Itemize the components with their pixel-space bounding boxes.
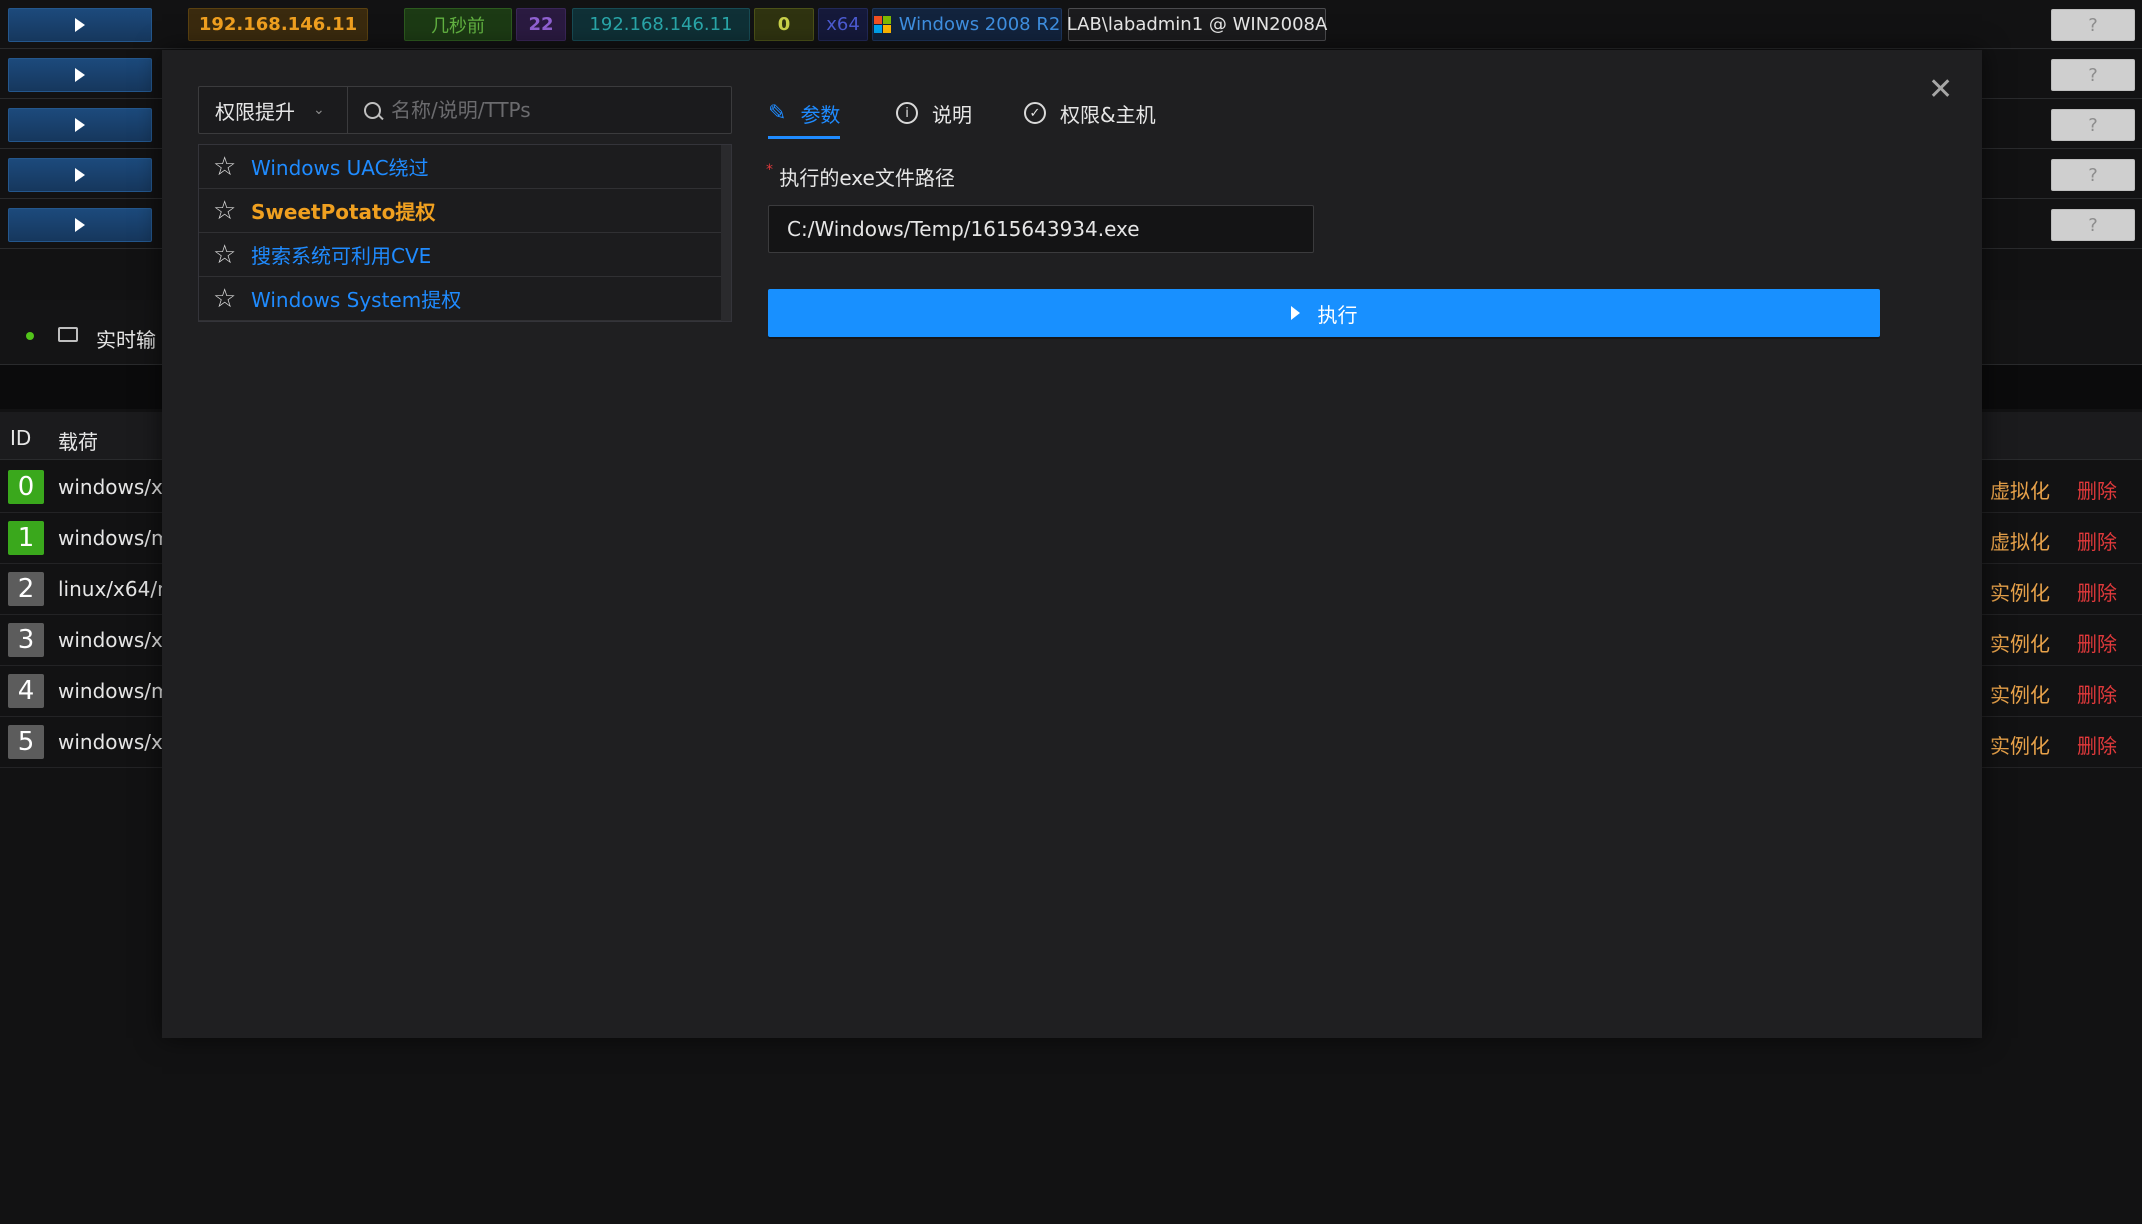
row-id-badge: 1 xyxy=(8,521,44,555)
session-ip2-tag: 192.168.146.11 xyxy=(572,8,750,41)
tab-permissions[interactable]: ✓ 权限&主机 xyxy=(1024,90,1156,136)
play-icon xyxy=(75,118,85,132)
help-button[interactable]: ? xyxy=(2051,159,2135,191)
tab-params[interactable]: ✎ 参数 xyxy=(768,90,841,139)
module-name: SweetPotato提权 xyxy=(251,200,436,224)
session-run-button[interactable] xyxy=(8,108,152,142)
row-action-link[interactable]: 实例化 xyxy=(1990,577,2050,606)
row-id-badge: 2 xyxy=(8,572,44,606)
star-icon[interactable]: ☆ xyxy=(213,284,251,314)
row-id-badge: 3 xyxy=(8,623,44,657)
session-count-tag: 0 xyxy=(754,8,814,41)
row-payload: linux/x64/n xyxy=(58,577,170,601)
session-user-tag: LAB\labadmin1 @ WIN2008A xyxy=(1067,8,1327,41)
module-list-item[interactable]: ☆ Windows UAC绕过 xyxy=(199,145,721,189)
help-button[interactable]: ? xyxy=(2051,59,2135,91)
status-dot xyxy=(26,332,34,340)
row-id-badge: 4 xyxy=(8,674,44,708)
chevron-down-icon: ⌄ xyxy=(313,102,325,118)
star-icon[interactable]: ☆ xyxy=(213,152,251,182)
session-run-button[interactable] xyxy=(8,158,152,192)
row-payload: windows/x6 xyxy=(58,730,176,754)
row-delete-link[interactable]: 删除 xyxy=(2077,679,2117,708)
session-run-button[interactable] xyxy=(8,8,152,42)
list-scrollbar[interactable] xyxy=(721,145,731,321)
search-input[interactable] xyxy=(389,97,713,123)
module-name: Windows UAC绕过 xyxy=(251,156,429,180)
row-payload: windows/x6 xyxy=(58,475,176,499)
row-id-badge: 0 xyxy=(8,470,44,504)
tab-params-label: 参数 xyxy=(800,102,841,127)
row-action-link[interactable]: 虚拟化 xyxy=(1990,475,2050,504)
close-icon[interactable]: ✕ xyxy=(1928,72,1953,107)
row-payload: windows/m xyxy=(58,526,171,550)
row-delete-link[interactable]: 删除 xyxy=(2077,475,2117,504)
execute-button[interactable]: 执行 xyxy=(768,289,1880,337)
session-run-button[interactable] xyxy=(8,58,152,92)
execute-button-label: 执行 xyxy=(1317,302,1358,327)
required-mark: * xyxy=(766,162,773,178)
monitor-icon xyxy=(58,327,78,342)
category-select-value: 权限提升 xyxy=(215,99,295,124)
session-os-tag: Windows 2008 R2 xyxy=(872,8,1062,41)
row-delete-link[interactable]: 删除 xyxy=(2077,526,2117,555)
row-id-badge: 5 xyxy=(8,725,44,759)
row-delete-link[interactable]: 删除 xyxy=(2077,577,2117,606)
play-icon xyxy=(1290,306,1300,320)
row-payload: windows/x6 xyxy=(58,628,176,652)
search-icon xyxy=(364,101,384,120)
play-icon xyxy=(75,68,85,82)
windows-logo-icon xyxy=(873,16,891,33)
module-modal: 权限提升 ⌄ ☆Windows UAC绕过☆SweetPotato提权☆搜索系统… xyxy=(162,50,1982,1038)
edit-icon: ✎ xyxy=(768,100,787,126)
exe-path-input[interactable] xyxy=(768,205,1314,253)
help-button[interactable]: ? xyxy=(2051,209,2135,241)
module-name: 搜索系统可利用CVE xyxy=(251,244,432,268)
exe-path-label-text: 执行的exe文件路径 xyxy=(779,166,955,190)
star-icon[interactable]: ☆ xyxy=(213,240,251,270)
row-action-link[interactable]: 实例化 xyxy=(1990,628,2050,657)
play-icon xyxy=(75,168,85,182)
help-button[interactable]: ? xyxy=(2051,109,2135,141)
session-arch-tag: x64 xyxy=(818,8,868,41)
play-icon xyxy=(75,218,85,232)
realtime-output-label: 实时输 xyxy=(96,328,156,352)
row-action-link[interactable]: 实例化 xyxy=(1990,679,2050,708)
row-delete-link[interactable]: 删除 xyxy=(2077,628,2117,657)
check-circle-icon: ✓ xyxy=(1024,102,1046,124)
info-icon: i xyxy=(896,102,918,124)
session-ip-tag: 192.168.146.11 xyxy=(188,8,368,41)
help-button[interactable]: ? xyxy=(2051,9,2135,41)
session-time-tag: 几秒前 xyxy=(404,8,512,41)
tab-description[interactable]: i 说明 xyxy=(896,90,972,136)
play-icon xyxy=(75,18,85,32)
module-list: ☆ Windows UAC绕过 ☆ SweetPotato提权 ☆ 搜索系统可利用CVE ☆… xyxy=(198,144,732,322)
category-select[interactable]: 权限提升 ⌄ xyxy=(198,86,348,134)
row-action-link[interactable]: 虚拟化 xyxy=(1990,526,2050,555)
tab-description-label: 说明 xyxy=(932,102,972,127)
module-list-item[interactable]: ☆ 搜索系统可利用CVE xyxy=(199,233,721,277)
tab-permissions-label: 权限&主机 xyxy=(1060,102,1156,127)
module-list-item[interactable]: ☆ SweetPotato提权 xyxy=(199,189,721,233)
exe-path-label: * 执行的exe文件路径 xyxy=(766,162,955,191)
row-delete-link[interactable]: 删除 xyxy=(2077,730,2117,759)
row-payload: windows/m xyxy=(58,679,171,703)
row-action-link[interactable]: 实例化 xyxy=(1990,730,2050,759)
table-header-payload: 载荷 xyxy=(58,430,98,454)
star-icon[interactable]: ☆ xyxy=(213,196,251,226)
module-name: Windows System提权 xyxy=(251,288,462,312)
session-os-label: Windows 2008 R2 xyxy=(898,14,1061,35)
module-list-item[interactable]: ☆ Windows System提权 xyxy=(199,277,721,321)
module-search xyxy=(348,86,732,134)
table-header-id: ID xyxy=(10,426,32,450)
session-port-tag: 22 xyxy=(516,8,566,41)
session-run-button[interactable] xyxy=(8,208,152,242)
